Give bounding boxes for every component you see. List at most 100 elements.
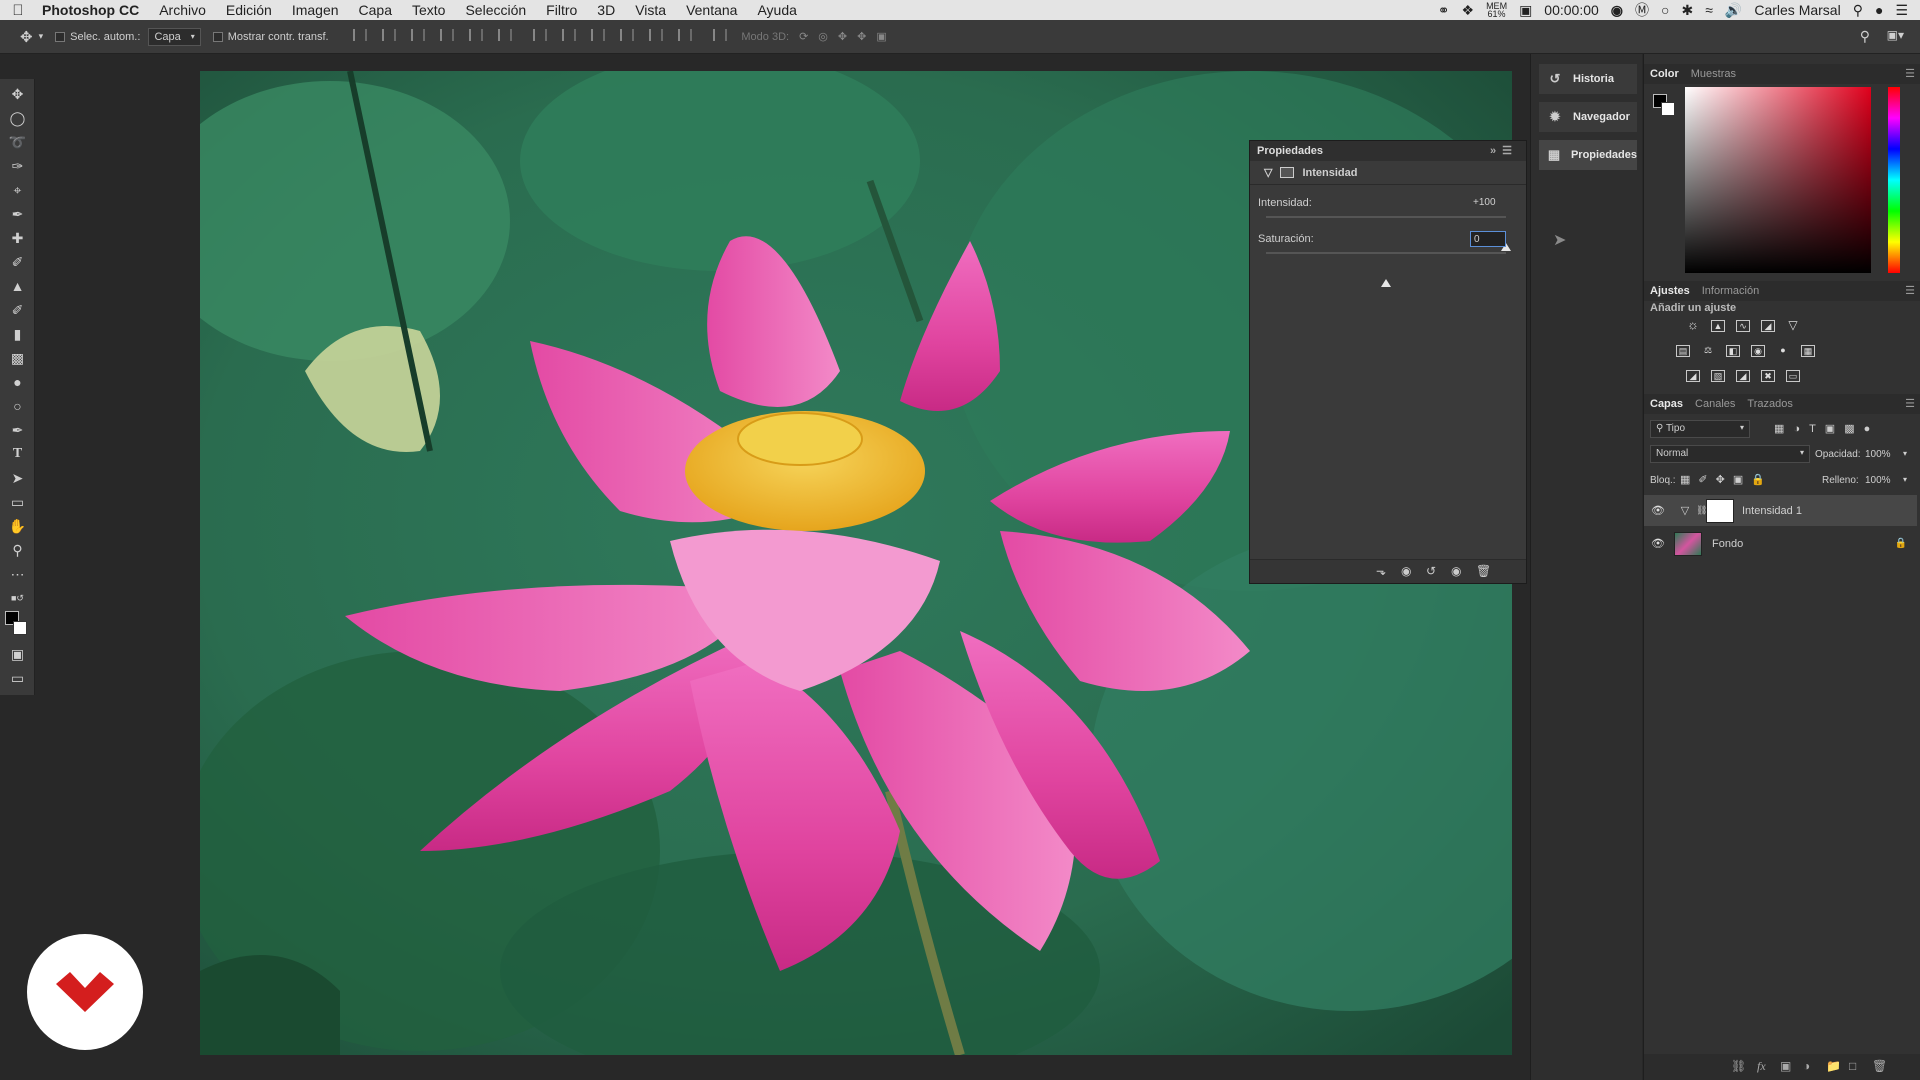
tab-canales[interactable]: Canales bbox=[1689, 398, 1741, 410]
panel-collapse-menu-icon[interactable]: »☰ bbox=[1490, 144, 1518, 157]
panel-menu-icon[interactable]: ☰ bbox=[1905, 284, 1915, 297]
levels-icon[interactable]: ▲ bbox=[1711, 320, 1725, 332]
menu-imagen[interactable]: Imagen bbox=[282, 2, 349, 18]
historia-panel-button[interactable]: ↺ Historia bbox=[1539, 64, 1637, 94]
menu-edicion[interactable]: Edición bbox=[216, 2, 282, 18]
menu-archivo[interactable]: Archivo bbox=[149, 2, 216, 18]
blur-tool-icon[interactable]: ● bbox=[8, 373, 27, 391]
auto-align-icon[interactable] bbox=[713, 29, 728, 41]
navegador-panel-button[interactable]: ✹ Navegador bbox=[1539, 102, 1637, 132]
hue-slider[interactable] bbox=[1888, 87, 1900, 273]
filter-pixel-icon[interactable]: ▦ bbox=[1774, 423, 1793, 435]
app-menu[interactable]: Photoshop CC bbox=[36, 2, 149, 18]
crop-tool-icon[interactable]: ⌖ bbox=[8, 181, 27, 199]
screen-mode-icon[interactable]: ▭ bbox=[8, 669, 27, 687]
creative-cloud-icon[interactable]: ⚭ bbox=[1438, 2, 1450, 19]
history-brush-tool-icon[interactable]: ✐ bbox=[8, 301, 27, 319]
gradient-tool-icon[interactable]: ▩ bbox=[8, 349, 27, 367]
layer-name[interactable]: Fondo bbox=[1712, 538, 1743, 550]
marquee-tool-icon[interactable]: ◯ bbox=[8, 109, 27, 127]
filter-type-icon[interactable]: T bbox=[1809, 423, 1825, 435]
reset-icon[interactable]: ↺ bbox=[1426, 564, 1436, 578]
clone-stamp-tool-icon[interactable]: ▲ bbox=[8, 277, 27, 295]
hand-tool-icon[interactable]: ✋ bbox=[8, 517, 27, 535]
clip-to-layer-icon[interactable]: ⬎ bbox=[1376, 564, 1386, 578]
exposure-icon[interactable]: ◢ bbox=[1761, 320, 1775, 332]
path-selection-tool-icon[interactable]: ➤ bbox=[8, 469, 27, 487]
move-tool-icon[interactable]: ✥ bbox=[8, 85, 27, 103]
roll-3d-icon[interactable]: ◎ bbox=[818, 31, 838, 43]
lock-artboard-icon[interactable]: ▣ bbox=[1733, 474, 1751, 486]
distribute-right-icon[interactable] bbox=[678, 29, 693, 41]
menu-texto[interactable]: Texto bbox=[402, 2, 455, 18]
color-lookup-icon[interactable]: ▦ bbox=[1801, 345, 1815, 357]
tab-color[interactable]: Color bbox=[1644, 68, 1685, 80]
panel-menu-icon[interactable]: ☰ bbox=[1905, 397, 1915, 410]
visibility-eye-icon[interactable]: 👁 bbox=[1650, 537, 1666, 550]
distribute-vcenter-icon[interactable] bbox=[562, 29, 577, 41]
properties-panel-header[interactable]: Propiedades »☰ bbox=[1250, 141, 1526, 161]
panel-menu-icon[interactable]: ☰ bbox=[1905, 67, 1915, 80]
saturacion-slider-thumb[interactable] bbox=[1381, 279, 1391, 287]
quick-mask-icon[interactable]: ▣ bbox=[8, 645, 27, 663]
dodge-tool-icon[interactable]: ○ bbox=[8, 397, 27, 415]
layer-row[interactable]: 👁 Fondo 🔒 bbox=[1644, 528, 1917, 559]
layer-style-icon[interactable]: fx bbox=[1757, 1059, 1766, 1074]
layer-name[interactable]: Intensidad 1 bbox=[1742, 505, 1802, 517]
propiedades-panel-button[interactable]: ▦ Propiedades bbox=[1539, 140, 1637, 170]
saturacion-slider-track[interactable] bbox=[1266, 252, 1506, 287]
align-right-icon[interactable] bbox=[497, 29, 512, 41]
distribute-hcenter-icon[interactable] bbox=[649, 29, 664, 41]
align-hcenter-icon[interactable] bbox=[468, 29, 483, 41]
auto-select-checkbox[interactable] bbox=[55, 31, 66, 42]
menu-filtro[interactable]: Filtro bbox=[536, 2, 587, 18]
tab-muestras[interactable]: Muestras bbox=[1685, 68, 1742, 80]
lock-transparency-icon[interactable]: ▦ bbox=[1680, 474, 1698, 486]
menu-seleccion[interactable]: Selección bbox=[455, 2, 536, 18]
wifi-icon[interactable]: ≈ bbox=[1705, 2, 1713, 18]
tab-ajustes[interactable]: Ajustes bbox=[1644, 285, 1696, 297]
tool-preset-chevron-icon[interactable]: ▾ bbox=[39, 31, 44, 42]
apple-icon[interactable]:  bbox=[0, 2, 36, 19]
layer-row[interactable]: 👁 ▽ ⛓ Intensidad 1 bbox=[1644, 495, 1917, 526]
channel-mixer-icon[interactable]: ● bbox=[1776, 345, 1790, 357]
align-top-icon[interactable] bbox=[352, 29, 367, 41]
hue-saturation-icon[interactable]: ▤ bbox=[1676, 345, 1690, 357]
intensidad-value-field[interactable]: +100 bbox=[1470, 195, 1506, 211]
intensidad-slider-track[interactable] bbox=[1266, 216, 1511, 251]
wacom-icon[interactable]: ◉ bbox=[1611, 2, 1623, 19]
gradient-map-icon[interactable]: ▭ bbox=[1786, 370, 1800, 382]
invert-icon[interactable]: ◢ bbox=[1686, 370, 1700, 382]
link-layers-icon[interactable]: ⛓ bbox=[1731, 1059, 1746, 1073]
blend-mode-dropdown[interactable]: Normal ▾ bbox=[1650, 445, 1810, 463]
lock-pixels-icon[interactable]: ✐ bbox=[1698, 474, 1715, 486]
memory-indicator[interactable]: MEM 61% bbox=[1486, 2, 1507, 19]
new-layer-icon[interactable]: □ bbox=[1849, 1059, 1856, 1073]
saturacion-value-field[interactable]: 0 bbox=[1470, 231, 1506, 247]
siri-icon[interactable]: ● bbox=[1875, 2, 1883, 18]
filter-toggle-icon[interactable]: ● bbox=[1864, 423, 1880, 435]
vibrance-icon[interactable]: ▽ bbox=[1786, 319, 1800, 332]
bluetooth-icon[interactable]: ✱ bbox=[1681, 2, 1693, 19]
visibility-eye-icon[interactable]: 👁 bbox=[1650, 504, 1666, 517]
menu-vista[interactable]: Vista bbox=[625, 2, 676, 18]
filter-shape-icon[interactable]: ▣ bbox=[1825, 423, 1844, 435]
slide-3d-icon[interactable]: ✥ bbox=[857, 31, 876, 43]
menu-ayuda[interactable]: Ayuda bbox=[747, 2, 806, 18]
color-balance-icon[interactable]: ⚖ bbox=[1701, 345, 1715, 357]
fill-value[interactable]: 100% bbox=[1865, 475, 1891, 486]
scale-3d-icon[interactable]: ▣ bbox=[876, 31, 896, 43]
brightness-icon[interactable]: ☼ bbox=[1686, 318, 1700, 332]
filter-adjustment-icon[interactable]: ◑ bbox=[1793, 423, 1809, 435]
type-tool-icon[interactable]: T bbox=[8, 445, 27, 463]
rotate-3d-icon[interactable]: ⟳ bbox=[799, 31, 818, 43]
eyedropper-tool-icon[interactable]: ✒ bbox=[8, 205, 27, 223]
color-picker-field[interactable] bbox=[1685, 87, 1871, 273]
selective-color-icon[interactable]: ✖ bbox=[1761, 370, 1775, 382]
dropbox-icon[interactable]: ❖ bbox=[1462, 2, 1475, 19]
workspace-icon[interactable]: ▣▾ bbox=[1887, 28, 1904, 42]
posterize-icon[interactable]: ▧ bbox=[1711, 370, 1725, 382]
distribute-top-icon[interactable] bbox=[533, 29, 547, 41]
chevron-down-icon[interactable]: ▾ bbox=[1903, 475, 1907, 484]
m-icon[interactable]: Ⓜ bbox=[1635, 0, 1649, 20]
